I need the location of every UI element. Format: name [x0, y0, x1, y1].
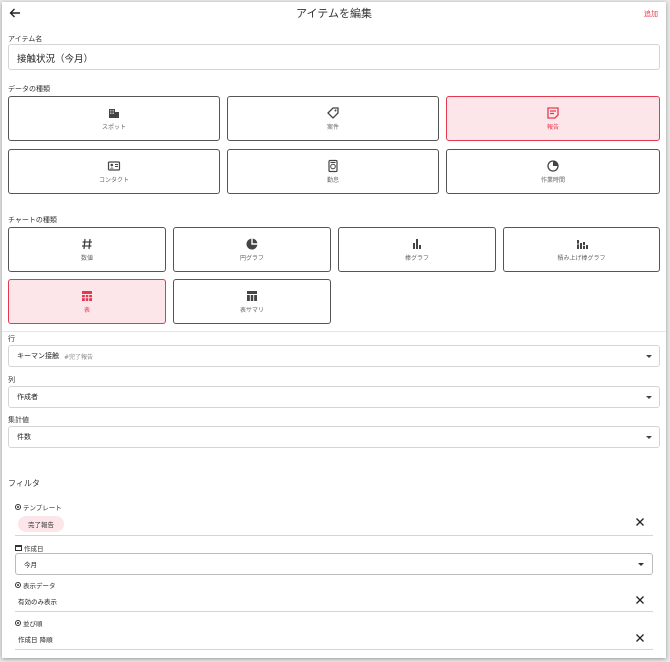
sort-order-label-text: 並び順: [23, 620, 43, 628]
data-type-attendance[interactable]: 勤怠: [227, 149, 439, 194]
aggregate-value: 件数: [17, 433, 31, 441]
chart-type-label: チャートの種類: [8, 216, 57, 224]
hash-icon: [82, 238, 92, 250]
sort-order-filter-row: 作成日 降順: [15, 628, 653, 650]
calendar-icon: [15, 545, 22, 551]
row-label: 行: [8, 335, 15, 343]
chevron-down-icon: [638, 563, 644, 566]
data-type-spot[interactable]: スポット: [8, 96, 220, 141]
data-type-work-time[interactable]: 作業時間: [446, 149, 660, 194]
timecard-icon: [328, 159, 338, 173]
note-icon: [547, 107, 559, 119]
tile-label: 案件: [326, 124, 339, 131]
data-type-deal[interactable]: 案件: [227, 96, 439, 141]
sort-order-filter-label: 並び順: [15, 618, 43, 628]
display-data-label-text: 表示データ: [23, 582, 56, 590]
column-label: 列: [8, 376, 15, 384]
chart-type-table-summary[interactable]: 表サマリ: [173, 279, 331, 324]
tile-label: 報告: [546, 124, 559, 131]
template-chip[interactable]: 完了報告: [18, 515, 64, 532]
template-label-text: テンプレート: [23, 504, 62, 512]
radio-icon: [15, 582, 21, 588]
chart-type-number[interactable]: 数値: [8, 227, 166, 272]
tile-label: 数値: [80, 255, 93, 262]
data-type-contact[interactable]: コンタクト: [8, 149, 220, 194]
edit-item-screen: アイテムを編集 追加 アイテム名 接触状況（今月） データの種類 スポット 案件…: [2, 2, 666, 658]
tag-icon: [327, 107, 339, 119]
tile-label: スポット: [101, 124, 126, 131]
created-date-value: 今月: [24, 561, 37, 569]
filter-title: フィルタ: [8, 479, 40, 488]
chevron-down-icon: [646, 396, 652, 399]
close-icon[interactable]: [635, 517, 645, 527]
tile-label: 勤怠: [326, 177, 339, 184]
app-bar: アイテムを編集 追加: [2, 2, 666, 24]
item-name-label: アイテム名: [8, 35, 43, 43]
data-type-label: データの種類: [8, 85, 50, 93]
chart-type-bar[interactable]: 棒グラフ: [338, 227, 496, 272]
clock-icon: [547, 160, 559, 172]
chart-type-table[interactable]: 表: [8, 279, 166, 324]
radio-icon: [15, 620, 21, 626]
tile-label: 作業時間: [540, 177, 565, 184]
column-select[interactable]: 作成者: [8, 386, 660, 408]
chevron-down-icon: [646, 436, 652, 439]
chevron-down-icon: [646, 355, 652, 358]
tile-label: 円グラフ: [239, 255, 264, 262]
column-value: 作成者: [17, 393, 38, 401]
divider: [2, 331, 666, 332]
tile-label: コンタクト: [98, 177, 129, 184]
pie-chart-icon: [246, 238, 258, 250]
template-filter-label: テンプレート: [15, 502, 62, 512]
bar-chart-icon: [413, 239, 421, 249]
display-data-filter-row: 有効のみ表示: [15, 590, 653, 612]
display-data-value: 有効のみ表示: [18, 597, 57, 606]
aggregate-label: 集計値: [8, 416, 29, 424]
tile-label: 表: [83, 307, 90, 314]
contact-card-icon: [107, 161, 121, 171]
chart-type-stacked-bar[interactable]: 積み上げ棒グラフ: [503, 227, 660, 272]
page-title: アイテムを編集: [296, 7, 372, 20]
row-sub-value: #完了報告: [64, 353, 94, 361]
building-icon: [109, 109, 119, 118]
item-name-input[interactable]: 接触状況（今月）: [8, 44, 660, 70]
chart-type-pie[interactable]: 円グラフ: [173, 227, 331, 272]
row-select[interactable]: キーマン接触 #完了報告: [8, 345, 660, 367]
row-value: キーマン接触: [17, 352, 59, 360]
stacked-bar-icon: [576, 240, 588, 249]
display-data-filter-label: 表示データ: [15, 580, 56, 590]
table-icon: [82, 291, 92, 301]
close-icon[interactable]: [635, 595, 645, 605]
created-date-select[interactable]: 今月: [15, 553, 653, 575]
tile-label: 棒グラフ: [404, 255, 429, 262]
add-button[interactable]: 追加: [644, 9, 658, 19]
created-date-label-text: 作成日: [24, 545, 44, 553]
template-filter-row: 完了報告: [15, 512, 653, 536]
sort-order-value: 作成日 降順: [18, 635, 53, 644]
tile-label: 積み上げ棒グラフ: [557, 255, 606, 262]
aggregate-select[interactable]: 件数: [8, 426, 660, 448]
close-icon[interactable]: [635, 633, 645, 643]
data-type-report[interactable]: 報告: [446, 96, 660, 141]
table-summary-icon: [247, 291, 257, 301]
radio-icon: [15, 504, 21, 510]
created-date-filter-label: 作成日: [15, 543, 44, 553]
tile-label: 表サマリ: [239, 307, 264, 314]
